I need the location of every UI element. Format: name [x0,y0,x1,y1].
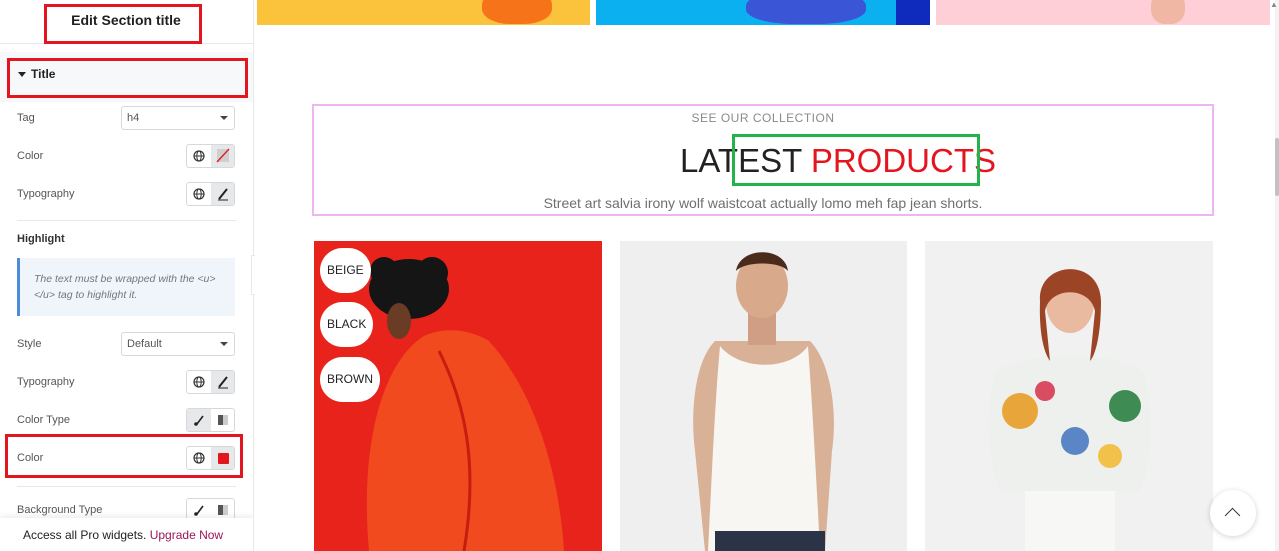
color-pill-brown[interactable]: BROWN [320,357,380,402]
annotation-box-section [7,58,248,98]
color-type-classic-button[interactable] [187,409,211,431]
pro-promo-bar: Access all Pro widgets. Upgrade Now [0,518,253,551]
title-typography-control [186,182,235,206]
product-image [693,252,834,551]
background-type-label: Background Type [17,504,103,516]
section-title-widget[interactable]: SEE OUR COLLECTION LATEST PRODUCTS Stree… [312,104,1214,216]
banner-figure [482,0,552,24]
category-banner-3[interactable] [936,0,1270,25]
scroll-up-arrow-icon[interactable]: ▲ [1270,0,1278,9]
banner-figure [896,0,930,25]
tag-value: h4 [127,112,140,124]
brush-icon [194,415,204,426]
scrollbar-track[interactable] [1275,0,1279,551]
annotation-box-color [5,434,243,478]
chevron-up-icon [1224,507,1241,524]
title-color-picker-button[interactable] [211,145,234,167]
highlight-typography-control [186,370,235,394]
tag-select[interactable]: h4 [121,106,235,130]
title-color-control [186,144,235,168]
pencil-icon [218,188,228,201]
back-to-top-button[interactable] [1210,490,1256,536]
title-typography-edit-button[interactable] [211,183,234,205]
title-color-label: Color [17,150,44,162]
banner-figure [746,0,866,24]
highlight-style-label: Style [17,338,42,350]
gradient-icon [218,415,228,425]
highlight-style-select[interactable]: Default [121,332,235,356]
divider [17,486,236,487]
editor-panel: Edit Section title Title Tag h4 Color Ty… [0,0,254,551]
color-type-gradient-button[interactable] [211,409,234,431]
globe-icon [193,376,205,388]
category-banner-1[interactable] [257,0,590,25]
upgrade-now-link[interactable]: Upgrade Now [150,528,223,542]
section-description: Street art salvia irony wolf waistcoat a… [543,195,983,211]
product-card[interactable]: BEIGE BLACK BROWN [314,241,602,551]
highlight-style-value: Default [127,338,162,350]
banner-figure [1151,0,1185,24]
color-pill-beige[interactable]: BEIGE [320,248,371,293]
no-color-swatch-icon [216,148,230,163]
title-color-global-button[interactable] [187,145,211,167]
highlight-note: The text must be wrapped with the <u></u… [17,258,235,316]
product-image [988,269,1151,551]
title-typography-global-button[interactable] [187,183,211,205]
divider [17,220,236,221]
annotation-box-highlight [732,134,980,186]
chevron-down-icon [220,116,228,120]
tag-label: Tag [17,112,35,124]
pencil-icon [218,376,228,389]
color-type-control [186,408,235,432]
color-pill-black[interactable]: BLACK [320,302,374,347]
product-card[interactable] [925,241,1213,551]
highlight-heading: Highlight [17,233,65,245]
annotation-box-header [44,4,202,44]
title-typography-label: Typography [17,188,75,200]
scrollbar-thumb[interactable] [1275,138,1279,196]
product-card[interactable] [620,241,907,551]
chevron-down-icon [220,342,228,346]
section-subtitle: SEE OUR COLLECTION [691,111,835,125]
highlight-typography-label: Typography [17,376,75,388]
color-type-label: Color Type [17,414,70,426]
highlight-typography-edit-button[interactable] [211,371,234,393]
promo-text: Access all Pro widgets. [23,528,150,542]
globe-icon [193,188,205,200]
page-preview: ▲ SEE OUR COLLECTION LATEST PRODUCTS Str… [255,0,1279,551]
globe-icon [193,150,205,162]
category-banner-2[interactable] [596,0,930,25]
highlight-typography-global-button[interactable] [187,371,211,393]
